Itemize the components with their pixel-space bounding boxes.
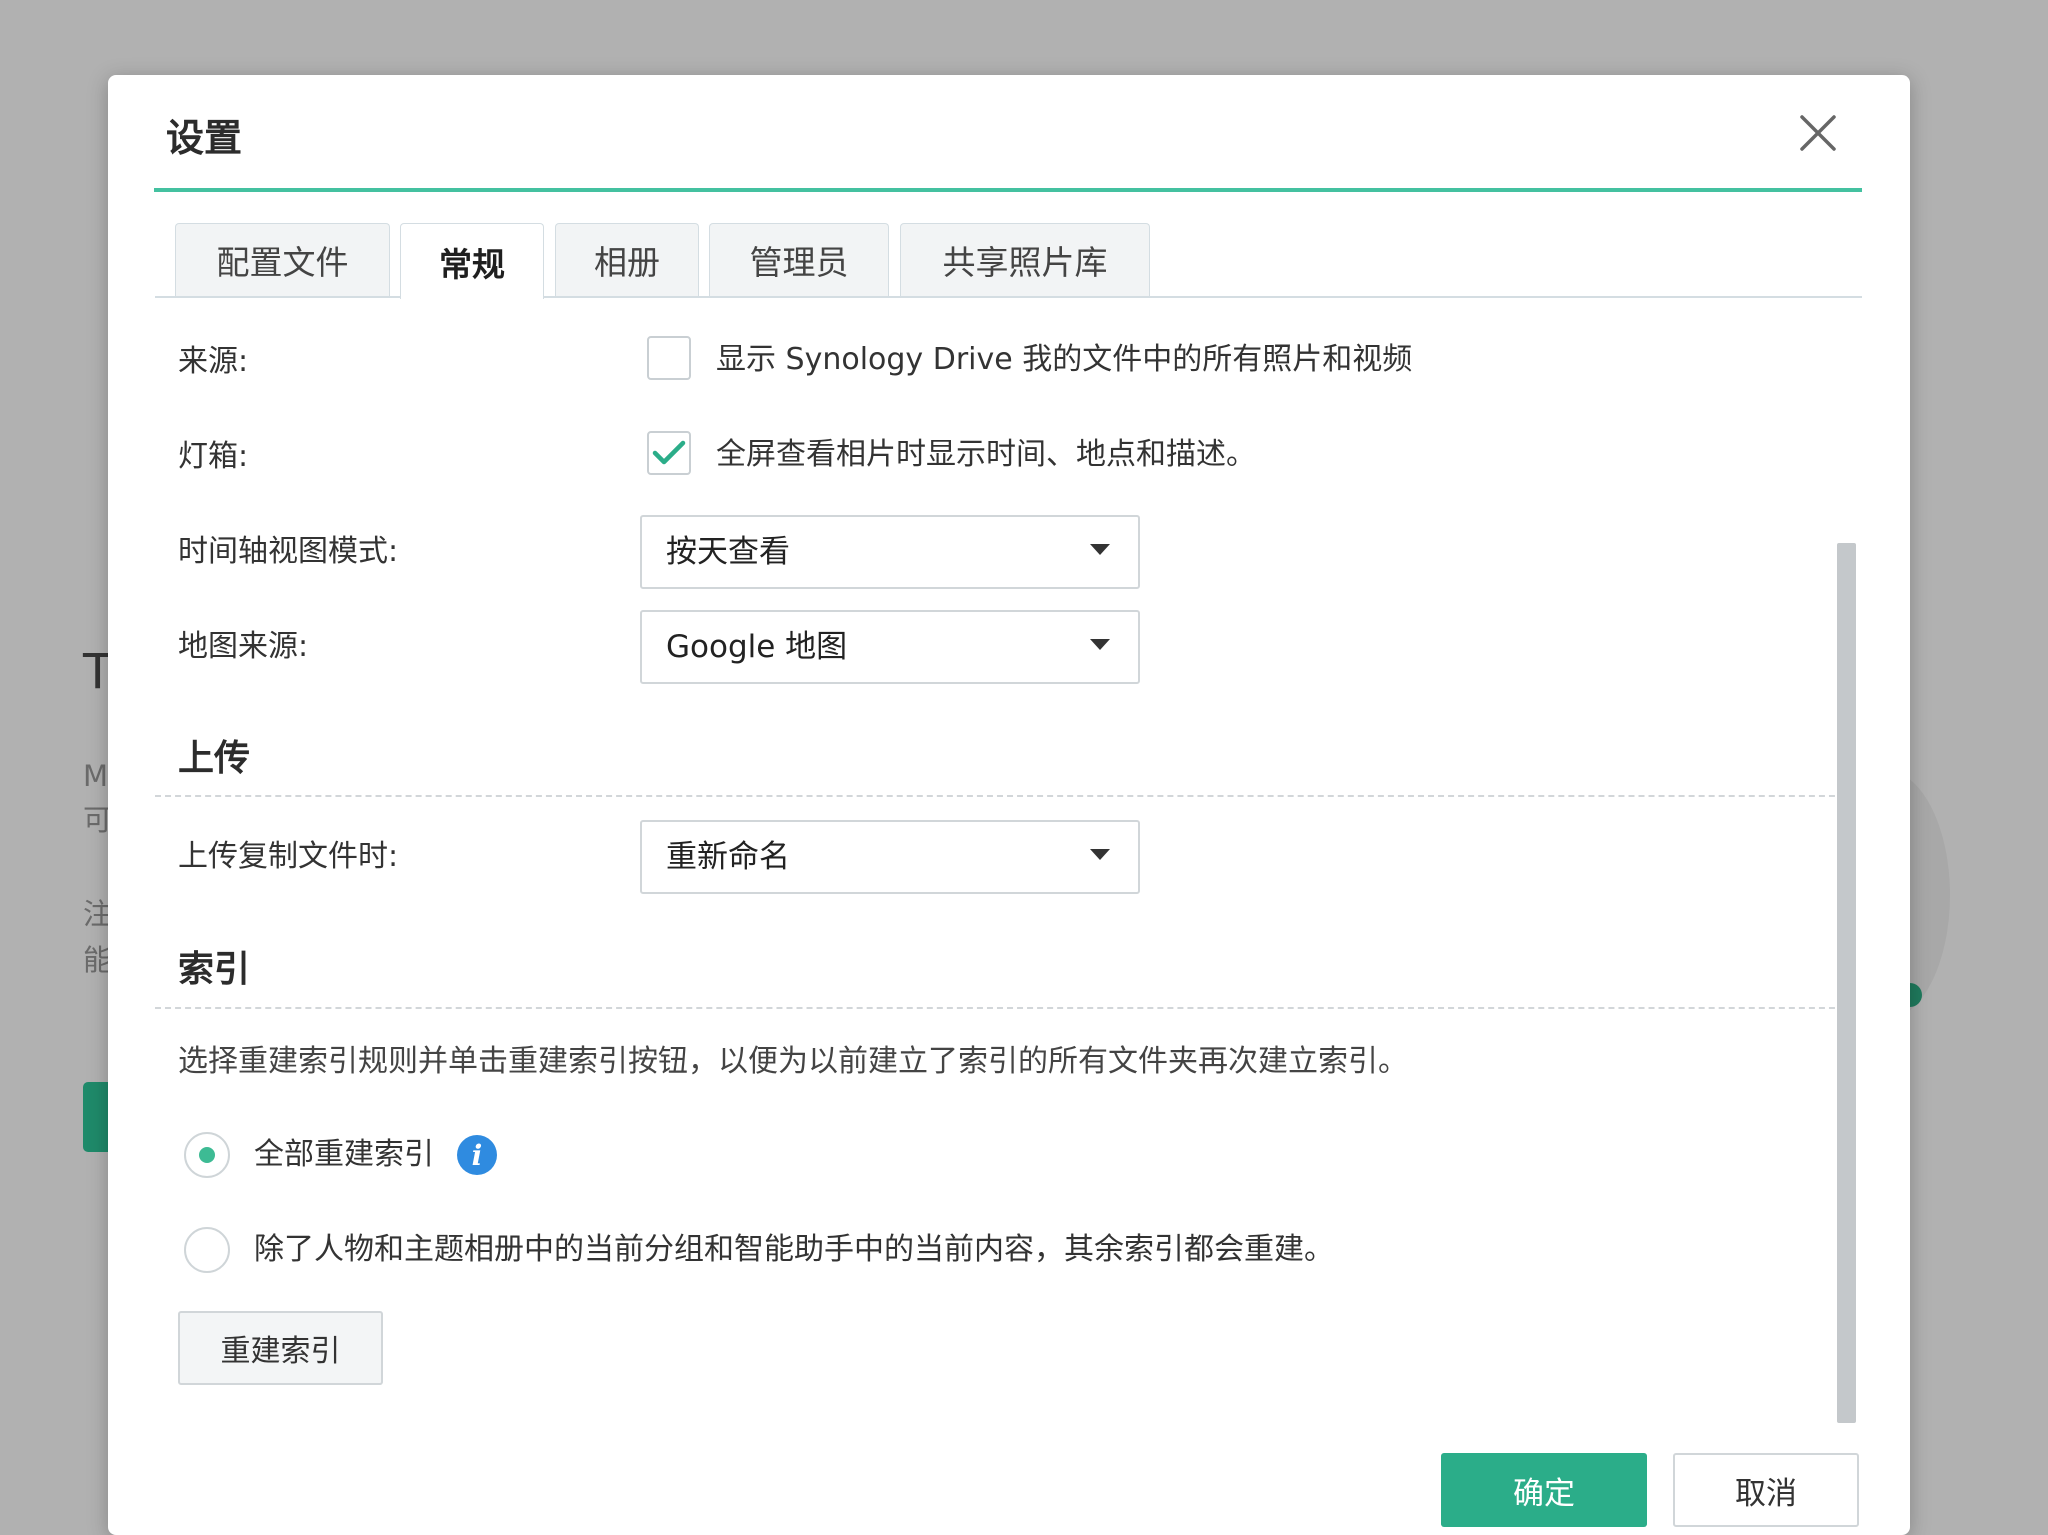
timeline-mode-label: 时间轴视图模式:	[178, 534, 399, 569]
bg-text-fragment: M	[83, 759, 109, 793]
tab-bar: 配置文件 常规 相册 管理员 共享照片库	[165, 223, 1862, 299]
index-heading: 索引	[178, 949, 251, 990]
bg-button	[83, 1082, 109, 1152]
chevron-down-icon	[1090, 849, 1110, 860]
lightbox-checkbox-label: 全屏查看相片时显示时间、地点和描述。	[716, 437, 1256, 472]
tab-shared-library[interactable]: 共享照片库	[900, 223, 1150, 296]
source-checkbox[interactable]	[647, 336, 691, 380]
dialog-title: 设置	[166, 116, 243, 160]
settings-dialog: 设置 配置文件 常规 相册 管理员 共享照片库 来源: 显示 Synology …	[108, 75, 1910, 1535]
rebuild-partial-radio[interactable]	[184, 1227, 230, 1273]
close-button[interactable]	[1790, 105, 1846, 161]
tab-general[interactable]: 常规	[400, 223, 544, 299]
chevron-down-icon	[1090, 639, 1110, 650]
title-divider	[154, 188, 1862, 192]
timeline-mode-select[interactable]: 按天查看	[640, 515, 1140, 589]
rebuild-index-button[interactable]: 重建索引	[178, 1311, 383, 1385]
upload-heading: 上传	[178, 738, 251, 779]
tab-admin[interactable]: 管理员	[709, 223, 889, 296]
scrollbar[interactable]	[1837, 543, 1856, 1423]
index-divider	[155, 1007, 1855, 1009]
upload-duplicate-value: 重新命名	[666, 839, 790, 875]
radio-selected-dot	[199, 1147, 215, 1163]
source-label: 来源:	[178, 344, 249, 379]
upload-duplicate-label: 上传复制文件时:	[178, 839, 399, 874]
tab-albums[interactable]: 相册	[555, 223, 699, 296]
tab-profile[interactable]: 配置文件	[175, 223, 390, 296]
checkmark-icon	[652, 440, 686, 465]
upload-divider	[155, 795, 1855, 797]
rebuild-all-radio[interactable]	[184, 1132, 230, 1178]
map-source-label: 地图来源:	[178, 629, 309, 664]
close-icon	[1800, 115, 1836, 151]
rebuild-all-label: 全部重建索引	[254, 1137, 434, 1172]
chevron-down-icon	[1090, 544, 1110, 555]
lightbox-label: 灯箱:	[178, 439, 249, 474]
lightbox-checkbox[interactable]	[647, 431, 691, 475]
upload-duplicate-select[interactable]: 重新命名	[640, 820, 1140, 894]
map-source-select[interactable]: Google 地图	[640, 610, 1140, 684]
info-icon[interactable]: i	[457, 1135, 497, 1175]
map-source-value: Google 地图	[666, 629, 848, 665]
rebuild-partial-label: 除了人物和主题相册中的当前分组和智能助手中的当前内容，其余索引都会重建。	[254, 1232, 1334, 1267]
index-description: 选择重建索引规则并单击重建索引按钮，以便为以前建立了索引的所有文件夹再次建立索引…	[178, 1044, 1408, 1079]
source-checkbox-label: 显示 Synology Drive 我的文件中的所有照片和视频	[716, 342, 1413, 377]
timeline-mode-value: 按天查看	[666, 534, 790, 570]
